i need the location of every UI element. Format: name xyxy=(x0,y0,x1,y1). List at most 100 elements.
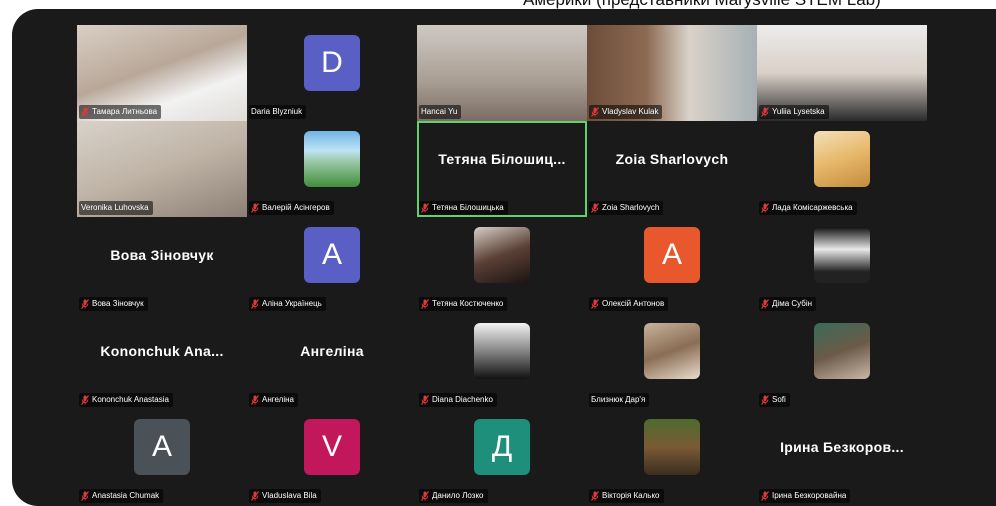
participant-name: Vladyslav Kulak xyxy=(602,107,659,116)
video-gallery: Тамара Литньова D Daria Blyzniuk Hancai Yu V… xyxy=(12,9,996,506)
participant-name-tag: Veronika Luhovska xyxy=(79,201,153,215)
participant-tile[interactable]: Вікторія Калько xyxy=(587,409,757,505)
mic-muted-icon xyxy=(421,203,429,213)
participant-name-tag: Аліна Українець xyxy=(249,297,326,311)
participant-name-tag: Тетяна Костюченко xyxy=(419,297,508,311)
participant-name-tag: Діма Субін xyxy=(759,297,817,311)
participant-display-name: Kononchuk Ana... xyxy=(100,343,224,359)
participant-tile[interactable]: Sofi xyxy=(757,313,927,409)
participant-display-name: Вова Зіновчук xyxy=(110,247,214,263)
participant-name-tag: Hancai Yu xyxy=(419,105,462,119)
participant-name: Anastasia Chumak xyxy=(92,491,160,500)
mic-muted-icon xyxy=(761,107,769,117)
mic-muted-icon xyxy=(591,107,599,117)
avatar-initial: Д xyxy=(474,419,530,475)
mic-muted-icon xyxy=(251,203,259,213)
participant-tile[interactable]: Тамара Литньова xyxy=(77,25,247,121)
participant-name-tag: Yuliia Lysetska xyxy=(759,105,829,119)
mic-muted-icon xyxy=(81,107,89,117)
avatar-initial: A xyxy=(134,419,190,475)
mic-muted-icon xyxy=(81,299,89,309)
profile-photo xyxy=(814,323,870,379)
participant-name-tag: Vladuslava Bila xyxy=(249,489,321,503)
participant-tile[interactable]: A Олексій Антонов xyxy=(587,217,757,313)
avatar-initial: V xyxy=(304,419,360,475)
participant-name: Veronika Luhovska xyxy=(81,203,149,212)
participant-tile[interactable]: Zoia Sharlovych Zoia Sharlovych xyxy=(587,121,757,217)
participant-tile[interactable]: Вова Зіновчук Вова Зіновчук xyxy=(77,217,247,313)
mic-muted-icon xyxy=(421,299,429,309)
mic-muted-icon xyxy=(591,299,599,309)
participant-display-name: Ангеліна xyxy=(300,343,364,359)
profile-photo xyxy=(814,131,870,187)
participant-tile[interactable]: Veronika Luhovska xyxy=(77,121,247,217)
avatar-initial: A xyxy=(304,227,360,283)
participant-name-tag: Олексій Антонов xyxy=(589,297,669,311)
participant-name-tag: Валерій Асінгеров xyxy=(249,201,334,215)
participant-name: Аліна Українець xyxy=(262,299,322,308)
profile-photo xyxy=(814,227,870,283)
participant-tile[interactable]: Diana Diachenko xyxy=(417,313,587,409)
participant-tile[interactable]: Тетяна Білошиц... Тетяна Білошицька xyxy=(417,121,587,217)
mic-muted-icon xyxy=(761,491,769,501)
participant-name-tag: Sofi xyxy=(759,393,790,407)
participant-tile[interactable]: Kononchuk Ana... Kononchuk Anastasia xyxy=(77,313,247,409)
participant-name: Вікторія Калько xyxy=(602,491,660,500)
profile-photo xyxy=(474,323,530,379)
profile-photo xyxy=(474,227,530,283)
profile-photo xyxy=(304,131,360,187)
participant-name-tag: Anastasia Chumak xyxy=(79,489,164,503)
participant-name-tag: Ірина Безкоровайна xyxy=(759,489,851,503)
participant-tile[interactable]: Ангеліна Ангеліна xyxy=(247,313,417,409)
mic-muted-icon xyxy=(761,395,769,405)
participant-name: Тетяна Білошицька xyxy=(432,203,504,212)
participant-display-name: Тетяна Білошиц... xyxy=(438,151,566,167)
mic-muted-icon xyxy=(421,491,429,501)
participant-display-name: Ірина Безкоров... xyxy=(780,439,904,455)
participant-name-tag: Zoia Sharlovych xyxy=(589,201,664,215)
participant-name: Diana Diachenko xyxy=(432,395,493,404)
avatar-initial: D xyxy=(304,35,360,91)
participant-name: Близнюк Дар'я xyxy=(591,395,646,404)
participant-tile[interactable]: D Daria Blyzniuk xyxy=(247,25,417,121)
participant-name: Тамара Литньова xyxy=(92,107,158,116)
participant-name: Лада Комісаржевська xyxy=(772,203,853,212)
participant-name: Hancai Yu xyxy=(421,107,458,116)
participant-name-tag: Diana Diachenko xyxy=(419,393,497,407)
participant-tile[interactable]: Діма Субін xyxy=(757,217,927,313)
participant-tile[interactable]: Д Данило Лозко xyxy=(417,409,587,505)
caption-text: Америки (представники Marysville STEM La… xyxy=(523,0,996,9)
participant-name-tag: Вова Зіновчук xyxy=(79,297,148,311)
participant-display-name: Zoia Sharlovych xyxy=(615,151,729,167)
participant-tile[interactable]: V Vladuslava Bila xyxy=(247,409,417,505)
participant-tile[interactable]: Vladyslav Kulak xyxy=(587,25,757,121)
participant-tile[interactable]: Валерій Асінгеров xyxy=(247,121,417,217)
participant-tile[interactable]: Тетяна Костюченко xyxy=(417,217,587,313)
participant-name: Олексій Антонов xyxy=(602,299,665,308)
participant-name: Ірина Безкоровайна xyxy=(772,491,847,500)
participant-tile[interactable]: Yuliia Lysetska xyxy=(757,25,927,121)
participant-name: Zoia Sharlovych xyxy=(602,203,660,212)
participant-name: Vladuslava Bila xyxy=(262,491,317,500)
participant-name: Sofi xyxy=(772,395,786,404)
participant-name: Діма Субін xyxy=(772,299,813,308)
participant-tile[interactable]: Лада Комісаржевська xyxy=(757,121,927,217)
mic-muted-icon xyxy=(591,491,599,501)
participant-tile[interactable]: Hancai Yu xyxy=(417,25,587,121)
participant-name: Вова Зіновчук xyxy=(92,299,144,308)
participant-name-tag: Ангеліна xyxy=(249,393,298,407)
participant-tile[interactable]: Близнюк Дар'я xyxy=(587,313,757,409)
mic-muted-icon xyxy=(761,203,769,213)
participant-tile[interactable]: A Anastasia Chumak xyxy=(77,409,247,505)
participant-name-tag: Данило Лозко xyxy=(419,489,488,503)
participant-name: Валерій Асінгеров xyxy=(262,203,330,212)
mic-muted-icon xyxy=(251,299,259,309)
participant-name-tag: Vladyslav Kulak xyxy=(589,105,663,119)
participant-name: Kononchuk Anastasia xyxy=(92,395,169,404)
participant-name-tag: Близнюк Дар'я xyxy=(589,393,650,407)
participant-name-tag: Kononchuk Anastasia xyxy=(79,393,173,407)
participant-tile[interactable]: A Аліна Українець xyxy=(247,217,417,313)
participant-tile[interactable]: Ірина Безкоров... Ірина Безкоровайна xyxy=(757,409,927,505)
profile-photo xyxy=(644,419,700,475)
profile-photo xyxy=(644,323,700,379)
